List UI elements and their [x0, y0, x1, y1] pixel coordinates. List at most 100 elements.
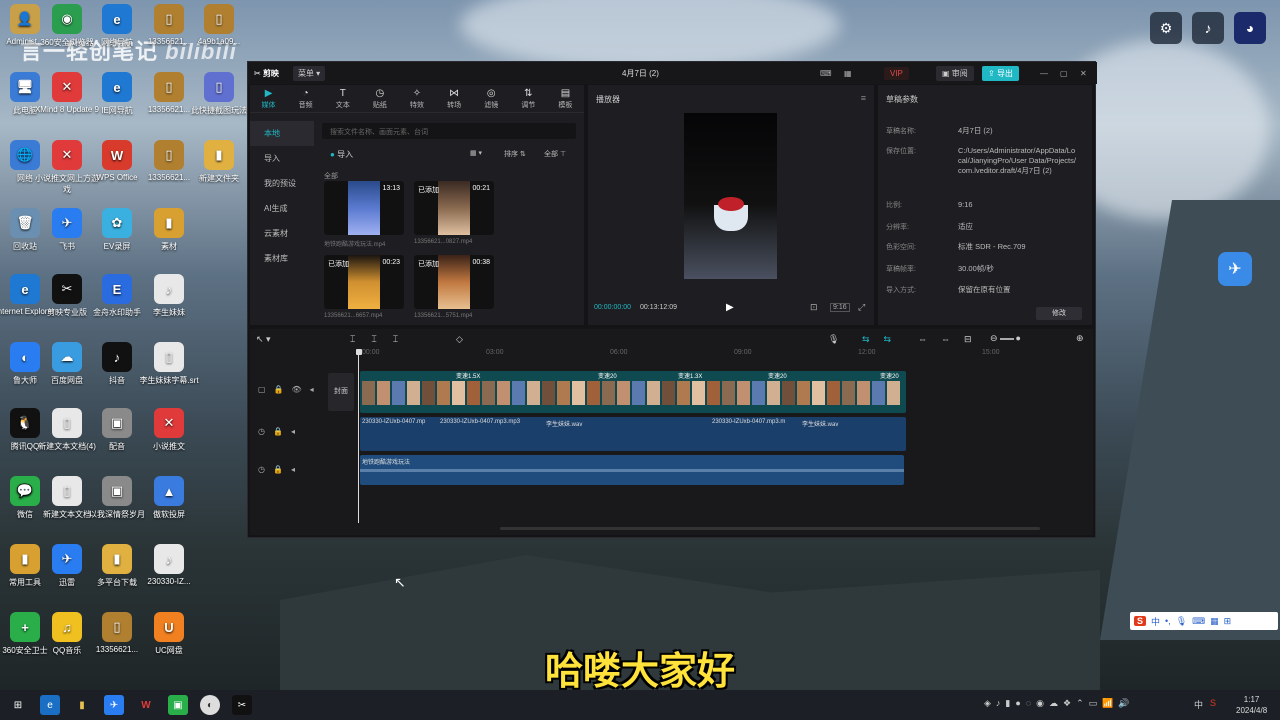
tool-icon: ▶: [264, 87, 273, 99]
ratio-button[interactable]: 9:16: [830, 303, 850, 312]
tray-icons[interactable]: ◈♪▮●◌◉☁❖⌃▭📶🔊: [984, 698, 1135, 709]
view-toggle[interactable]: ▦ ▾: [470, 149, 482, 157]
jianying-taskbar-icon[interactable]: ✂: [232, 695, 252, 715]
tiktok-icon[interactable]: ♪: [1192, 12, 1224, 44]
snap-link-icons[interactable]: ⇆⇆: [862, 334, 905, 345]
export-button[interactable]: ⇪ 导出: [982, 65, 1019, 81]
media-filename: 13356621...0827.mp4: [414, 239, 473, 245]
tool-tab-4[interactable]: ✧ 特效: [398, 88, 435, 110]
desktop-icon-image: ✈: [52, 544, 82, 574]
ime-toolbar[interactable]: S 中 •, 🎙 ⌨ ▦ ⊞: [1130, 612, 1278, 630]
explorer-icon[interactable]: ▮: [72, 695, 92, 715]
media-thumbnail[interactable]: 00:23 已添加: [324, 255, 404, 309]
punctuation-icon[interactable]: •,: [1165, 616, 1171, 626]
sidebar-item-1[interactable]: 导入: [250, 146, 314, 171]
desktop-icon[interactable]: ▲ 傲软投屏: [136, 474, 202, 540]
audio-track-controls[interactable]: ◷🔒◂: [258, 427, 303, 436]
sidebar-item-2[interactable]: 我的预设: [250, 171, 314, 196]
tools-icon[interactable]: ⊞: [1224, 616, 1232, 627]
video-track[interactable]: 变速1.5X 变速20 变速1.3X 变速20 变速20: [360, 371, 906, 413]
filter-all-button[interactable]: 全部 ⊤: [544, 149, 566, 159]
desktop-icon[interactable]: ▮ 素材: [136, 206, 202, 272]
tool-tab-5[interactable]: ⋈ 转场: [436, 88, 473, 110]
desktop-icon[interactable]: ♪ 李生妹妹: [136, 272, 202, 338]
sidebar-item-4[interactable]: 云素材: [250, 221, 314, 246]
review-button[interactable]: ▣ 审阅: [936, 65, 974, 81]
video-preview: [684, 113, 777, 279]
timeline-scrollbar[interactable]: [500, 527, 1040, 530]
play-button[interactable]: ▶: [726, 302, 734, 313]
shield-icon[interactable]: ◇: [456, 334, 463, 345]
modify-button[interactable]: 修改: [1036, 307, 1082, 320]
start-icon[interactable]: ⊞: [8, 695, 28, 715]
ime-mode[interactable]: 中: [1151, 615, 1160, 628]
playhead-handle[interactable]: [356, 349, 362, 355]
preview-axis-icons[interactable]: ⇔⇔⊟: [918, 334, 986, 345]
split-tools[interactable]: ⌶⌶⌶: [350, 334, 414, 345]
tool-tab-7[interactable]: ⇅ 调节: [510, 88, 547, 110]
media-thumbnail[interactable]: 13:13: [324, 181, 404, 235]
desktop-icon[interactable]: ▯ 李生妹妹字幕.srt: [136, 340, 202, 406]
select-tool-icon[interactable]: ↖ ▾: [256, 334, 271, 345]
maximize-icon[interactable]: ▢: [1060, 69, 1068, 78]
search-input[interactable]: 搜索文件名称、画面元素、台词: [322, 123, 576, 139]
tool-tab-1[interactable]: ◔ 音频: [287, 88, 324, 110]
screen-taskbar-icon[interactable]: ▣: [168, 695, 188, 715]
desktop-icon-label: 4a9b1a09...: [197, 37, 241, 46]
sidebar-item-5[interactable]: 素材库: [250, 246, 314, 271]
vip-badge[interactable]: VIP: [884, 66, 909, 80]
desktop-icon-image: ▯: [154, 72, 184, 102]
mic-icon[interactable]: 🎙: [1176, 616, 1187, 627]
desktop-icon[interactable]: ▯ 此快捷截图玩法: [186, 70, 252, 136]
bg-video-track[interactable]: 地铁跑酷游戏玩法: [360, 455, 904, 485]
tool-tab-3[interactable]: ◷ 贴纸: [361, 88, 398, 110]
keyboard-icon[interactable]: ⌨: [1192, 616, 1205, 627]
layout-icon[interactable]: ▦: [844, 69, 852, 78]
desktop-icon[interactable]: ♪ 230330-IZ...: [136, 542, 202, 608]
cover-button[interactable]: 封面: [328, 373, 354, 411]
tool-tab-6[interactable]: ◎ 滤镜: [473, 88, 510, 110]
bg-track-controls[interactable]: ◷🔒◂: [258, 465, 303, 474]
desktop-icon[interactable]: ✕ 小说推文: [136, 406, 202, 472]
edge-icon[interactable]: e: [40, 695, 60, 715]
keyboard-icon[interactable]: ⌨: [820, 69, 832, 78]
fullscreen-crop-icon[interactable]: ⊡: [810, 302, 818, 313]
skin-icon[interactable]: ▦: [1210, 616, 1219, 627]
desktop-icon-label: 素材: [161, 242, 177, 251]
media-thumbnail[interactable]: 00:38 已添加: [414, 255, 494, 309]
desktop-icon[interactable]: ▮ 新建文件夹: [186, 138, 252, 204]
tool-tab-2[interactable]: T 文本: [324, 88, 361, 110]
wps-taskbar-icon[interactable]: W: [136, 695, 156, 715]
media-thumbnail[interactable]: 00:21 已添加: [414, 181, 494, 235]
sidebar-item-3[interactable]: AI生成: [250, 196, 314, 221]
tool-tab-0[interactable]: ▶ 媒体: [250, 88, 287, 110]
settings-icon[interactable]: ⚙: [1150, 12, 1182, 44]
desktop-icon-image: ▣: [102, 476, 132, 506]
zoom-fit-icon[interactable]: ⊕: [1076, 333, 1084, 344]
audio-track[interactable]: 230330-IZUxb-0407.mp 230330-IZUxb-0407.mp…: [360, 417, 906, 451]
video-clip-frame: [722, 381, 735, 405]
video-track-controls[interactable]: ▢🔒👁◂: [258, 385, 322, 394]
desktop-icon-image: ✂: [52, 274, 82, 304]
menu-button[interactable]: 菜单 ▾: [292, 65, 326, 81]
minimize-icon[interactable]: —: [1040, 69, 1048, 78]
xunlei-taskbar-icon[interactable]: ✈: [104, 695, 124, 715]
ruler-tick-label: 09:00: [734, 349, 752, 356]
sidebar-item-0[interactable]: 本地: [250, 121, 314, 146]
import-button[interactable]: ● 导入: [330, 149, 353, 160]
menu-icon[interactable]: ≡: [861, 93, 866, 103]
zoom-slider[interactable]: ⊖ ●: [990, 333, 1021, 344]
floating-app-icon[interactable]: ✈: [1218, 252, 1252, 286]
tray-sogou-icon[interactable]: S: [1210, 698, 1216, 708]
microphone-icon[interactable]: 🎙: [828, 334, 839, 345]
playhead[interactable]: [358, 351, 359, 523]
close-icon[interactable]: ✕: [1080, 69, 1087, 78]
media-taskbar-icon[interactable]: ◐: [200, 695, 220, 715]
tray-ime[interactable]: 中: [1194, 698, 1203, 711]
fullscreen-icon[interactable]: ⤢: [858, 302, 865, 313]
system-clock[interactable]: 1:17 2024/4/8: [1236, 694, 1267, 716]
sort-button[interactable]: 排序 ⇅: [504, 149, 526, 159]
desktop-icon[interactable]: ▯ 4a9b1a09...: [186, 2, 252, 68]
tool-tab-8[interactable]: ▤ 模板: [547, 88, 584, 110]
assistant-avatar[interactable]: ◕: [1234, 12, 1266, 44]
